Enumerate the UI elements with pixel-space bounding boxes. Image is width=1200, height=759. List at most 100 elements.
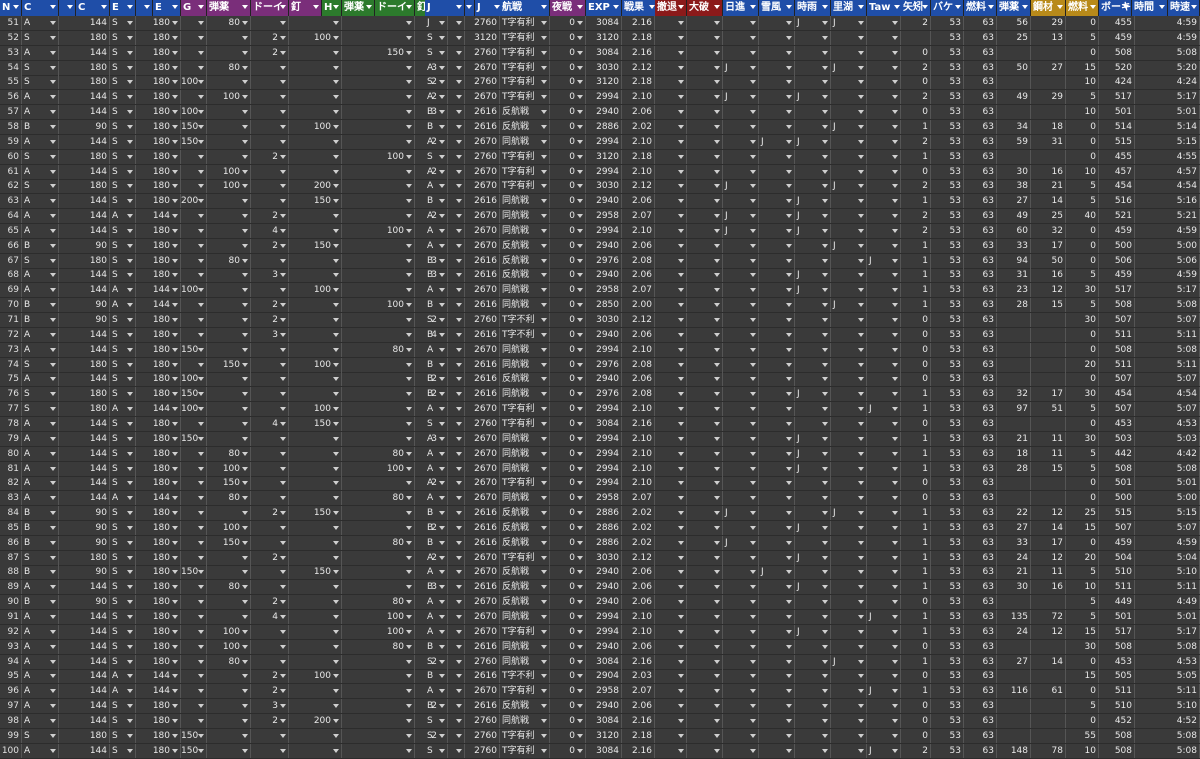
table-cell[interactable]: 180 [136, 655, 181, 669]
dropdown-arrow-icon[interactable] [822, 734, 828, 738]
table-cell[interactable] [759, 194, 795, 208]
dropdown-arrow-icon[interactable] [541, 511, 547, 515]
column-header-6[interactable]: E [153, 0, 181, 16]
table-cell[interactable]: A [22, 640, 59, 654]
dropdown-arrow-icon[interactable] [714, 689, 720, 693]
table-cell[interactable]: A [22, 46, 59, 60]
table-cell[interactable]: 11 [1031, 565, 1066, 579]
dropdown-arrow-icon[interactable] [280, 140, 286, 144]
table-cell[interactable]: S [425, 744, 465, 758]
table-cell[interactable]: 511 [1099, 328, 1135, 342]
table-cell[interactable]: B [22, 565, 59, 579]
table-cell[interactable] [289, 105, 342, 119]
table-cell[interactable] [342, 655, 415, 669]
table-cell[interactable]: 5:07 [1135, 521, 1200, 535]
table-cell[interactable]: 200 [289, 179, 342, 193]
dropdown-arrow-icon[interactable] [198, 467, 204, 471]
dropdown-arrow-icon[interactable] [892, 66, 898, 70]
table-cell[interactable] [181, 209, 207, 223]
table-cell[interactable]: 2886 [586, 120, 622, 134]
dropdown-arrow-icon[interactable] [714, 229, 720, 233]
table-cell[interactable]: B [425, 387, 465, 401]
table-cell[interactable]: T字有利 [500, 90, 550, 104]
dropdown-arrow-icon[interactable] [892, 348, 898, 352]
dropdown-arrow-icon[interactable] [242, 36, 248, 40]
table-cell[interactable] [759, 551, 795, 565]
dropdown-arrow-icon[interactable] [242, 184, 248, 188]
table-cell[interactable] [759, 744, 795, 758]
dropdown-arrow-icon[interactable] [786, 318, 792, 322]
table-cell[interactable] [723, 447, 759, 461]
dropdown-arrow-icon[interactable] [822, 570, 828, 574]
dropdown-arrow-icon[interactable] [198, 452, 204, 456]
dropdown-arrow-icon[interactable] [242, 645, 248, 649]
dropdown-arrow-icon[interactable] [280, 674, 286, 678]
dropdown-arrow-icon[interactable] [242, 585, 248, 589]
table-cell[interactable] [759, 655, 795, 669]
table-cell[interactable]: 144 [76, 714, 110, 728]
dropdown-arrow-icon[interactable] [127, 749, 133, 753]
dropdown-arrow-icon[interactable] [577, 392, 583, 396]
table-cell[interactable] [251, 75, 289, 89]
table-cell[interactable]: 449 [1099, 595, 1135, 609]
table-cell[interactable]: 0 [1066, 150, 1099, 164]
table-cell[interactable]: 2940 [586, 194, 622, 208]
table-cell[interactable] [831, 714, 867, 728]
dropdown-arrow-icon[interactable] [822, 348, 828, 352]
table-cell[interactable] [687, 610, 723, 624]
dropdown-arrow-icon[interactable] [678, 21, 684, 25]
table-cell[interactable]: 15 [1066, 61, 1099, 75]
table-cell[interactable] [687, 402, 723, 416]
table-cell[interactable]: 2.07 [622, 684, 655, 698]
table-cell[interactable]: 15 [1031, 462, 1066, 476]
table-cell[interactable]: 2.12 [622, 551, 655, 565]
table-cell[interactable] [795, 298, 831, 312]
dropdown-arrow-icon[interactable] [406, 21, 412, 25]
table-cell[interactable] [207, 729, 251, 743]
column-header-27[interactable]: 時雨 [795, 0, 831, 16]
table-cell[interactable] [251, 105, 289, 119]
table-cell[interactable]: 63 [964, 46, 997, 60]
table-cell[interactable]: 2976 [586, 358, 622, 372]
table-cell[interactable] [342, 402, 415, 416]
table-cell[interactable]: 53 [931, 46, 964, 60]
table-cell[interactable]: 2 [251, 209, 289, 223]
table-cell[interactable] [207, 31, 251, 45]
table-cell[interactable]: J [795, 580, 831, 594]
dropdown-arrow-icon[interactable] [172, 615, 178, 619]
dropdown-arrow-icon[interactable] [750, 259, 756, 263]
table-cell[interactable]: B [425, 268, 465, 282]
dropdown-arrow-icon[interactable] [822, 244, 828, 248]
table-cell[interactable]: S [110, 46, 136, 60]
table-cell[interactable]: 0 [550, 135, 586, 149]
column-header-8[interactable]: 弾薬 [207, 0, 251, 16]
dropdown-arrow-icon[interactable] [678, 214, 684, 218]
dropdown-arrow-icon[interactable] [242, 689, 248, 693]
dropdown-arrow-icon[interactable] [456, 407, 462, 411]
filter-icon[interactable] [786, 5, 792, 9]
table-cell[interactable]: 5:21 [1135, 209, 1200, 223]
dropdown-arrow-icon[interactable] [333, 481, 339, 485]
dropdown-arrow-icon[interactable] [406, 437, 412, 441]
dropdown-arrow-icon[interactable] [577, 585, 583, 589]
table-cell[interactable] [207, 46, 251, 60]
table-cell[interactable]: 100 [207, 521, 251, 535]
dropdown-arrow-icon[interactable] [50, 615, 56, 619]
dropdown-arrow-icon[interactable] [242, 467, 248, 471]
dropdown-arrow-icon[interactable] [786, 377, 792, 381]
table-cell[interactable]: 63 [964, 372, 997, 386]
table-cell[interactable]: 100 [342, 224, 415, 238]
table-cell[interactable] [867, 75, 901, 89]
table-cell[interactable]: 180 [136, 699, 181, 713]
dropdown-arrow-icon[interactable] [858, 674, 864, 678]
dropdown-arrow-icon[interactable] [127, 318, 133, 322]
dropdown-arrow-icon[interactable] [198, 95, 204, 99]
dropdown-arrow-icon[interactable] [406, 170, 412, 174]
table-cell[interactable] [251, 476, 289, 490]
dropdown-arrow-icon[interactable] [406, 496, 412, 500]
table-cell[interactable] [251, 565, 289, 579]
table-cell[interactable]: 27 [997, 521, 1031, 535]
table-cell[interactable]: B [425, 536, 465, 550]
table-cell[interactable]: 2670 [465, 343, 500, 357]
table-cell[interactable]: A [22, 372, 59, 386]
